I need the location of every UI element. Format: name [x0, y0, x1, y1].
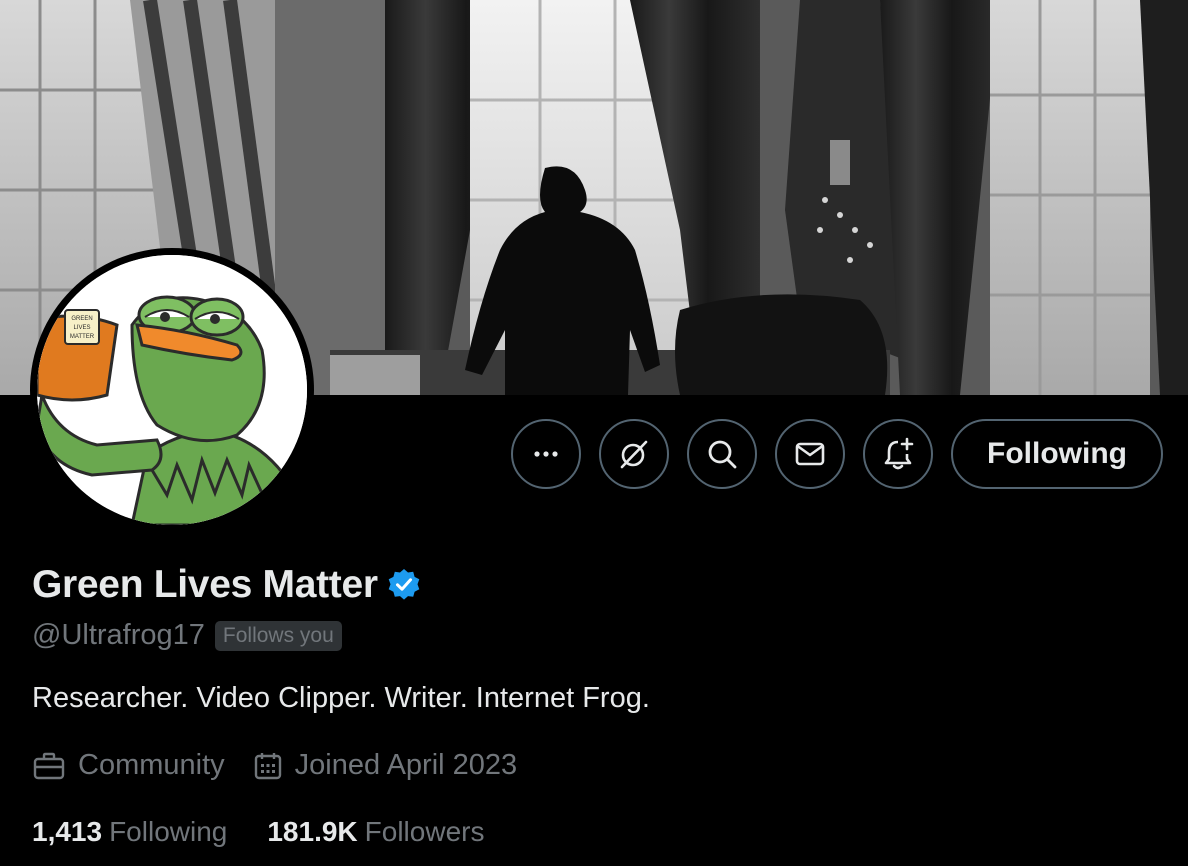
calendar-icon: [254, 752, 281, 779]
followers-count: 181.9K: [267, 816, 358, 847]
followers-stat[interactable]: 181.9K Followers: [267, 816, 484, 848]
joined-item: Joined April 2023: [253, 749, 518, 782]
user-handle: @Ultrafrog17: [32, 619, 205, 651]
joined-date: Joined April 2023: [294, 749, 518, 781]
search-icon: [708, 440, 737, 469]
search-button[interactable]: [687, 419, 758, 489]
following-count: 1,413: [32, 816, 103, 847]
following-stat[interactable]: 1,413 Following: [32, 816, 227, 848]
profile-actions: Following: [511, 419, 1163, 489]
profile-avatar[interactable]: GREEN LIVES MATTER: [30, 248, 314, 532]
mug-label-line-2: LIVES: [73, 325, 90, 331]
profile-bio: Researcher. Video Clipper. Writer. Inter…: [32, 682, 650, 714]
message-button[interactable]: [775, 419, 846, 489]
grok-icon: [620, 440, 648, 469]
handle-row: @Ultrafrog17 Follows you: [32, 619, 342, 652]
profile-name-row: Green Lives Matter: [32, 563, 422, 607]
following-label: Following: [109, 816, 228, 847]
more-button[interactable]: [511, 419, 582, 489]
category-item: Community: [32, 749, 225, 782]
profile-stats: 1,413 Following 181.9K Followers: [32, 816, 524, 848]
display-name: Green Lives Matter: [32, 563, 378, 606]
grok-button[interactable]: [599, 419, 670, 489]
notifications-button[interactable]: [863, 419, 934, 489]
bell-plus-icon: [884, 437, 914, 470]
follows-you-badge: Follows you: [214, 620, 342, 651]
verified-badge-icon[interactable]: [386, 567, 422, 603]
followers-label: Followers: [364, 816, 485, 847]
briefcase-icon: [33, 752, 65, 779]
profile-meta: Community Joined April 2023: [32, 749, 545, 782]
mug-label-line-1: GREEN: [71, 316, 92, 322]
envelope-icon: [795, 442, 825, 466]
avatar-image: GREEN LIVES MATTER: [37, 255, 307, 525]
mug-label-line-3: MATTER: [70, 334, 95, 340]
frog-avatar-illustration: GREEN LIVES MATTER: [37, 255, 307, 525]
more-horizontal-icon: [534, 451, 558, 457]
following-button[interactable]: Following: [951, 419, 1163, 489]
category-label[interactable]: Community: [78, 749, 225, 782]
